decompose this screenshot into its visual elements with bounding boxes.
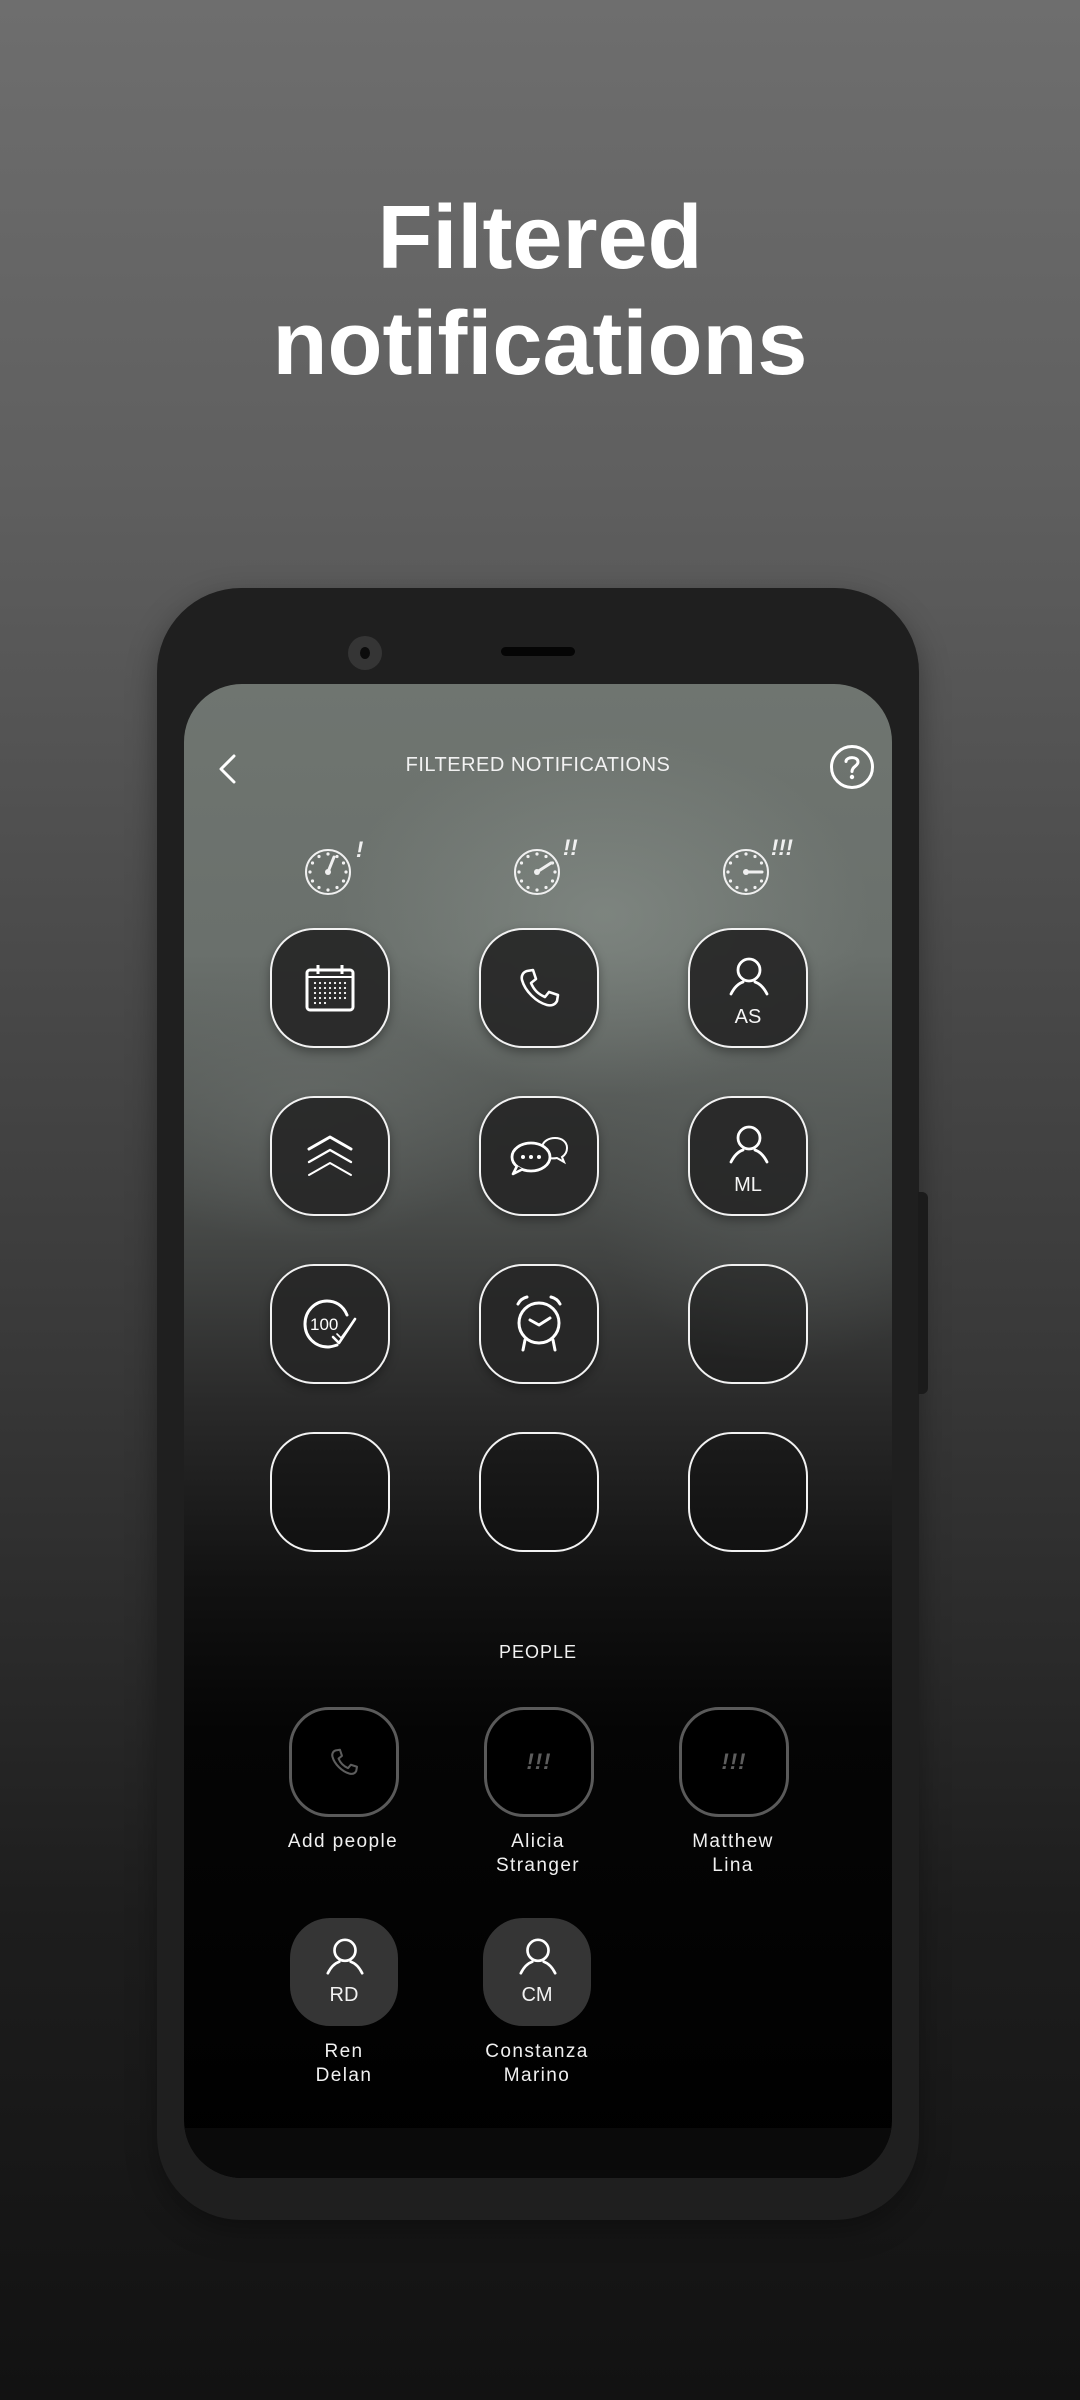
priority-column-low[interactable]: ! bbox=[302, 837, 372, 897]
filter-tile-alarm[interactable] bbox=[479, 1264, 599, 1384]
person-tile-constanza-marino[interactable]: CM bbox=[483, 1918, 591, 2026]
priority-column-high[interactable]: !!! bbox=[720, 835, 793, 897]
person-name: Ren Delan bbox=[315, 2041, 373, 2086]
priority-badge: !!! bbox=[721, 1749, 747, 1774]
phone-icon bbox=[520, 968, 560, 1007]
chevrons-up-icon bbox=[307, 1135, 353, 1176]
priority-marker: ! bbox=[356, 837, 364, 862]
people-section-label: PEOPLE bbox=[498, 1642, 578, 1662]
contact-initials: RD bbox=[329, 1984, 359, 2006]
calendar-icon bbox=[305, 965, 355, 1012]
filter-tile-person-as[interactable]: AS bbox=[688, 928, 808, 1048]
priority-column-medium[interactable]: !! bbox=[511, 835, 581, 897]
help-button[interactable] bbox=[829, 744, 875, 790]
earpiece-speaker bbox=[501, 647, 575, 656]
filter-tile-messages[interactable] bbox=[479, 1096, 599, 1216]
contact-initials: CM bbox=[521, 1984, 553, 2006]
person-icon bbox=[729, 957, 769, 996]
svg-text:100: 100 bbox=[310, 1315, 338, 1334]
person-icon bbox=[326, 1938, 364, 1975]
filter-tile-empty[interactable] bbox=[688, 1264, 808, 1384]
person-icon bbox=[519, 1938, 557, 1975]
promo-headline-line1: Filtered bbox=[377, 188, 703, 288]
front-camera bbox=[348, 636, 382, 670]
contact-initials: AS bbox=[734, 1006, 762, 1028]
system-navigation-bar bbox=[184, 2128, 892, 2178]
contact-initials: ML bbox=[734, 1174, 762, 1196]
add-people-button[interactable] bbox=[289, 1707, 399, 1817]
person-tile-ren-delan[interactable]: RD bbox=[290, 1918, 398, 2026]
filter-tile-phone[interactable] bbox=[479, 928, 599, 1048]
promo-headline: Filtered notifications bbox=[0, 185, 1080, 397]
person-tile-matthew-lina[interactable]: !!! bbox=[679, 1707, 789, 1817]
person-tile-alicia-stranger[interactable]: !!! bbox=[484, 1707, 594, 1817]
filter-tile-empty[interactable] bbox=[270, 1432, 390, 1552]
priority-marker: !!! bbox=[771, 835, 793, 860]
filter-tile-chevrons-up[interactable] bbox=[270, 1096, 390, 1216]
alarm-clock-icon bbox=[516, 1295, 562, 1352]
filter-tile-empty[interactable] bbox=[688, 1432, 808, 1552]
chat-bubbles-icon bbox=[510, 1136, 569, 1176]
filter-tile-hundred[interactable]: 100 bbox=[270, 1264, 390, 1384]
page-title: FILTERED NOTIFICATIONS bbox=[405, 754, 671, 776]
filter-tile-person-ml[interactable]: ML bbox=[688, 1096, 808, 1216]
person-icon bbox=[729, 1125, 769, 1164]
app-screen: FILTERED NOTIFICATIONS ! !! !!! AS ML 10… bbox=[184, 684, 892, 2178]
filter-tile-empty[interactable] bbox=[479, 1432, 599, 1552]
phone-icon bbox=[331, 1748, 358, 1775]
person-name: Alicia Stranger bbox=[495, 1831, 581, 1876]
priority-marker: !! bbox=[563, 835, 578, 860]
priority-badge: !!! bbox=[526, 1749, 552, 1774]
person-name: Matthew Lina bbox=[692, 1831, 774, 1876]
promo-headline-line2: notifications bbox=[272, 294, 808, 394]
phone-side-button bbox=[918, 1192, 928, 1394]
filter-tile-calendar[interactable] bbox=[270, 928, 390, 1048]
hundred-check-icon: 100 bbox=[303, 1299, 357, 1349]
person-name: Constanza Marino bbox=[485, 2041, 589, 2086]
help-circle-icon bbox=[830, 745, 874, 789]
person-name: Add people bbox=[287, 1831, 399, 1852]
